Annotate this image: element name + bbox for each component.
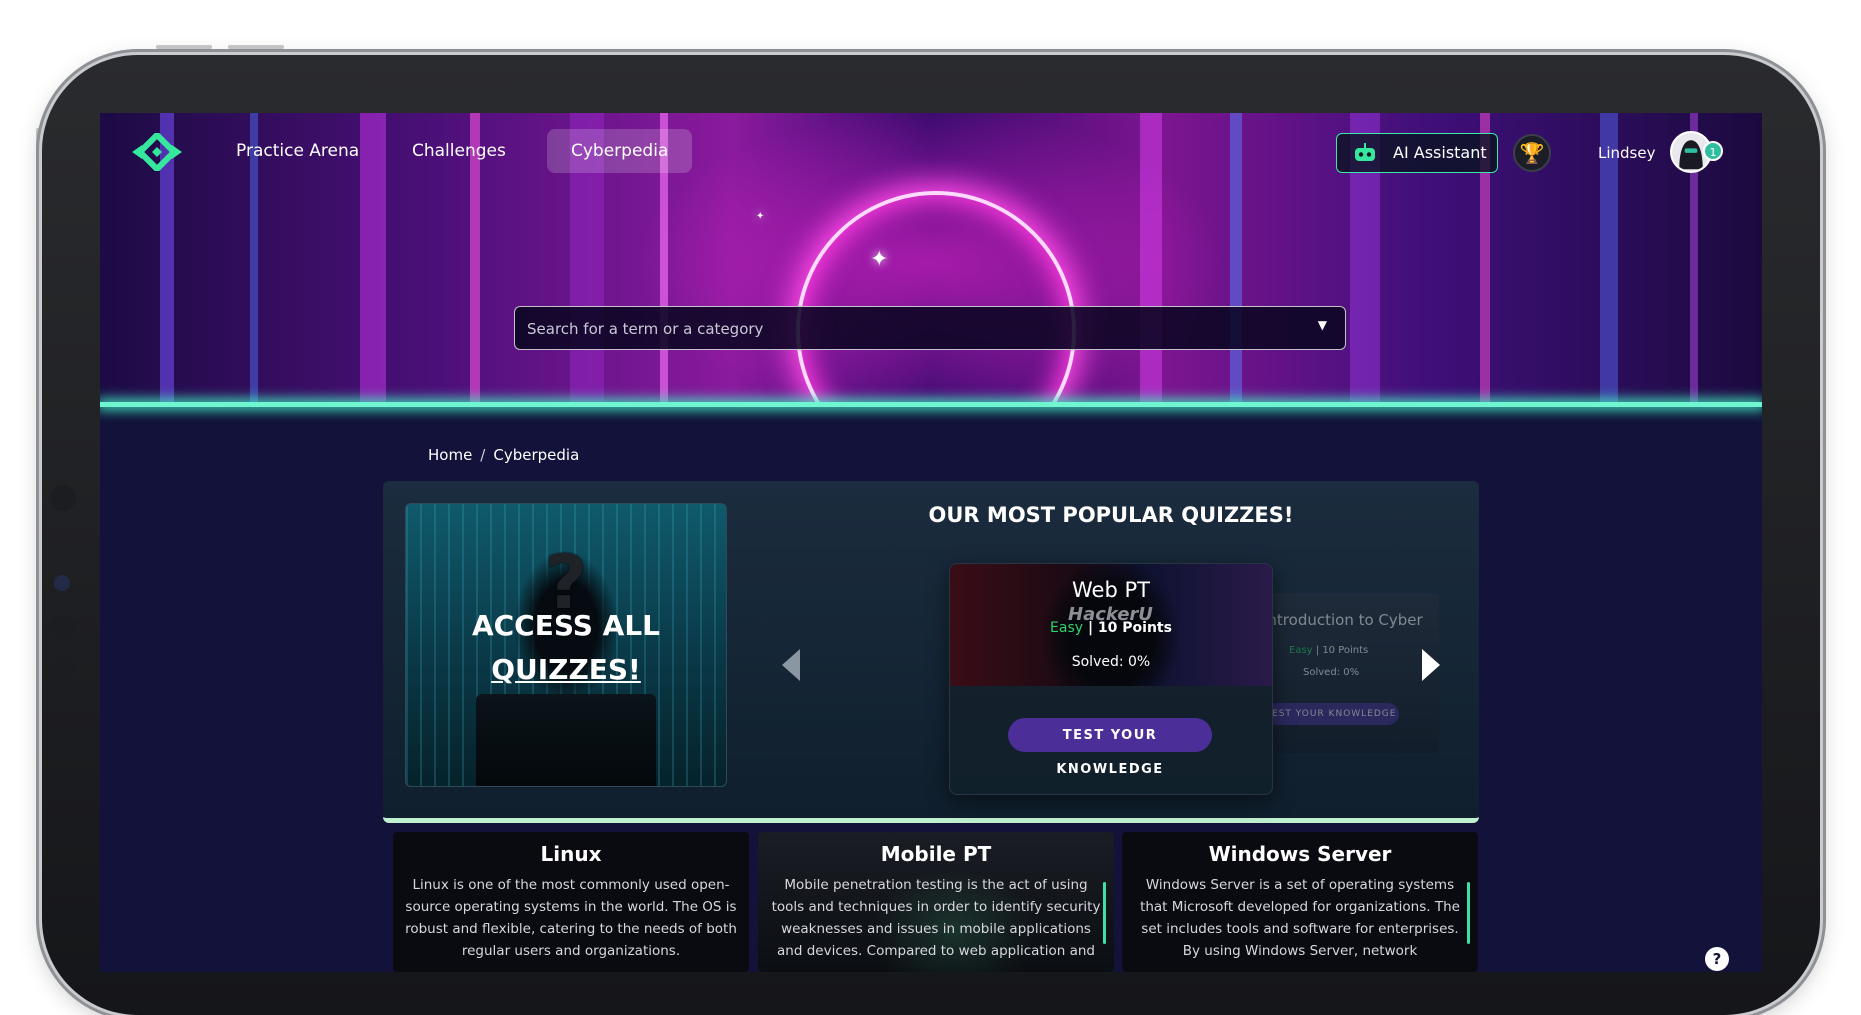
topic-card-windows-server[interactable]: Windows Server Windows Server is a set o… — [1122, 832, 1478, 972]
featured-quiz-card[interactable]: Web PT HackerU Easy | 10 Points Solved: … — [949, 563, 1273, 795]
robot-icon — [1355, 143, 1375, 161]
hero-light-stripe — [1230, 113, 1242, 406]
device-button — [36, 128, 40, 194]
topic-card-linux[interactable]: Linux Linux is one of the most commonly … — [393, 832, 749, 972]
next-quiz-card[interactable]: Introduction to Cyber Easy | 10 Points S… — [1263, 593, 1439, 753]
next-quiz-title: Introduction to Cyber — [1263, 611, 1423, 629]
access-all-quizzes-card[interactable]: ? ACCESS ALL QUIZZES! — [405, 503, 727, 787]
next-quiz-button[interactable]: TEST YOUR KNOWLEDGE — [1263, 703, 1399, 725]
popular-quizzes-title: OUR MOST POPULAR QUIZZES! — [928, 503, 1294, 527]
access-all-quizzes-text: ACCESS ALL QUIZZES! — [406, 604, 726, 692]
trophy-icon[interactable]: 🏆 — [1513, 134, 1551, 172]
hero-light-stripe — [1140, 113, 1162, 406]
topic-description: Mobile penetration testing is the act of… — [771, 877, 1101, 959]
nav-cyberpedia[interactable]: Cyberpedia — [547, 129, 693, 173]
nav-practice-arena[interactable]: Practice Arena — [212, 129, 383, 173]
device-button — [228, 45, 284, 49]
access-line-2[interactable]: QUIZZES! — [406, 648, 726, 692]
star-icon: ✦ — [870, 247, 889, 272]
carousel-next-icon[interactable] — [1422, 649, 1440, 681]
topic-card-mobile-pt[interactable]: Mobile PT Mobile penetration testing is … — [758, 832, 1114, 972]
scrollbar[interactable] — [1103, 882, 1106, 944]
laptop-graphic — [476, 694, 656, 786]
popular-quizzes-panel: ? ACCESS ALL QUIZZES! OUR MOST POPULAR Q… — [383, 481, 1479, 823]
breadcrumb: Home / Cyberpedia — [428, 446, 579, 464]
topic-title: Windows Server — [1208, 842, 1392, 866]
breadcrumb-separator: / — [480, 446, 486, 464]
search-bar[interactable]: ▼ — [514, 306, 1346, 350]
topic-title: Linux — [540, 842, 602, 866]
breadcrumb-home[interactable]: Home — [428, 446, 472, 464]
notification-badge: 1 — [1703, 141, 1723, 161]
help-icon[interactable]: ? — [1705, 947, 1729, 971]
scrollbar[interactable] — [1467, 882, 1470, 944]
ai-assistant-button[interactable]: AI Assistant — [1336, 133, 1498, 173]
user-name[interactable]: Lindsey — [1598, 144, 1655, 162]
breadcrumb-current: Cyberpedia — [493, 446, 580, 464]
star-icon: ✦ — [756, 211, 765, 222]
chevron-down-icon[interactable]: ▼ — [1318, 318, 1327, 332]
sensor-dot — [50, 655, 76, 681]
quiz-meta: Easy | 10 Points — [950, 620, 1272, 636]
app-screen: ✦ ✦ Practice Arena Challenges Cyberpedia… — [100, 113, 1762, 972]
camera-dot — [54, 575, 70, 591]
hero-banner: ✦ ✦ Practice Arena Challenges Cyberpedia… — [100, 113, 1762, 406]
topic-description: Linux is one of the most commonly used o… — [405, 877, 737, 959]
hero-divider — [100, 402, 1762, 407]
nav-challenges[interactable]: Challenges — [388, 129, 530, 173]
carousel-prev-icon[interactable] — [782, 649, 800, 681]
quiz-title: Web PT — [1072, 578, 1150, 602]
sensor-dot — [50, 485, 76, 511]
hero-portal-ring — [796, 191, 1076, 406]
ai-assistant-label: AI Assistant — [1393, 143, 1487, 162]
next-quiz-solved: Solved: 0% — [1303, 667, 1360, 678]
topic-description: Windows Server is a set of operating sys… — [1140, 877, 1460, 959]
sensor-dot — [50, 615, 76, 641]
topic-title: Mobile PT — [880, 842, 992, 866]
quiz-points: | 10 Points — [1087, 620, 1172, 636]
device-button — [156, 45, 212, 49]
difficulty-badge: Easy — [1050, 620, 1084, 636]
quiz-solved: Solved: 0% — [1071, 654, 1151, 670]
test-your-knowledge-button[interactable]: TEST YOUR KNOWLEDGE — [1008, 718, 1212, 777]
app-logo-icon[interactable] — [130, 133, 184, 171]
search-input[interactable] — [525, 313, 1289, 345]
access-line-1: ACCESS ALL — [471, 609, 661, 642]
next-quiz-meta: Easy | 10 Points — [1289, 645, 1369, 656]
